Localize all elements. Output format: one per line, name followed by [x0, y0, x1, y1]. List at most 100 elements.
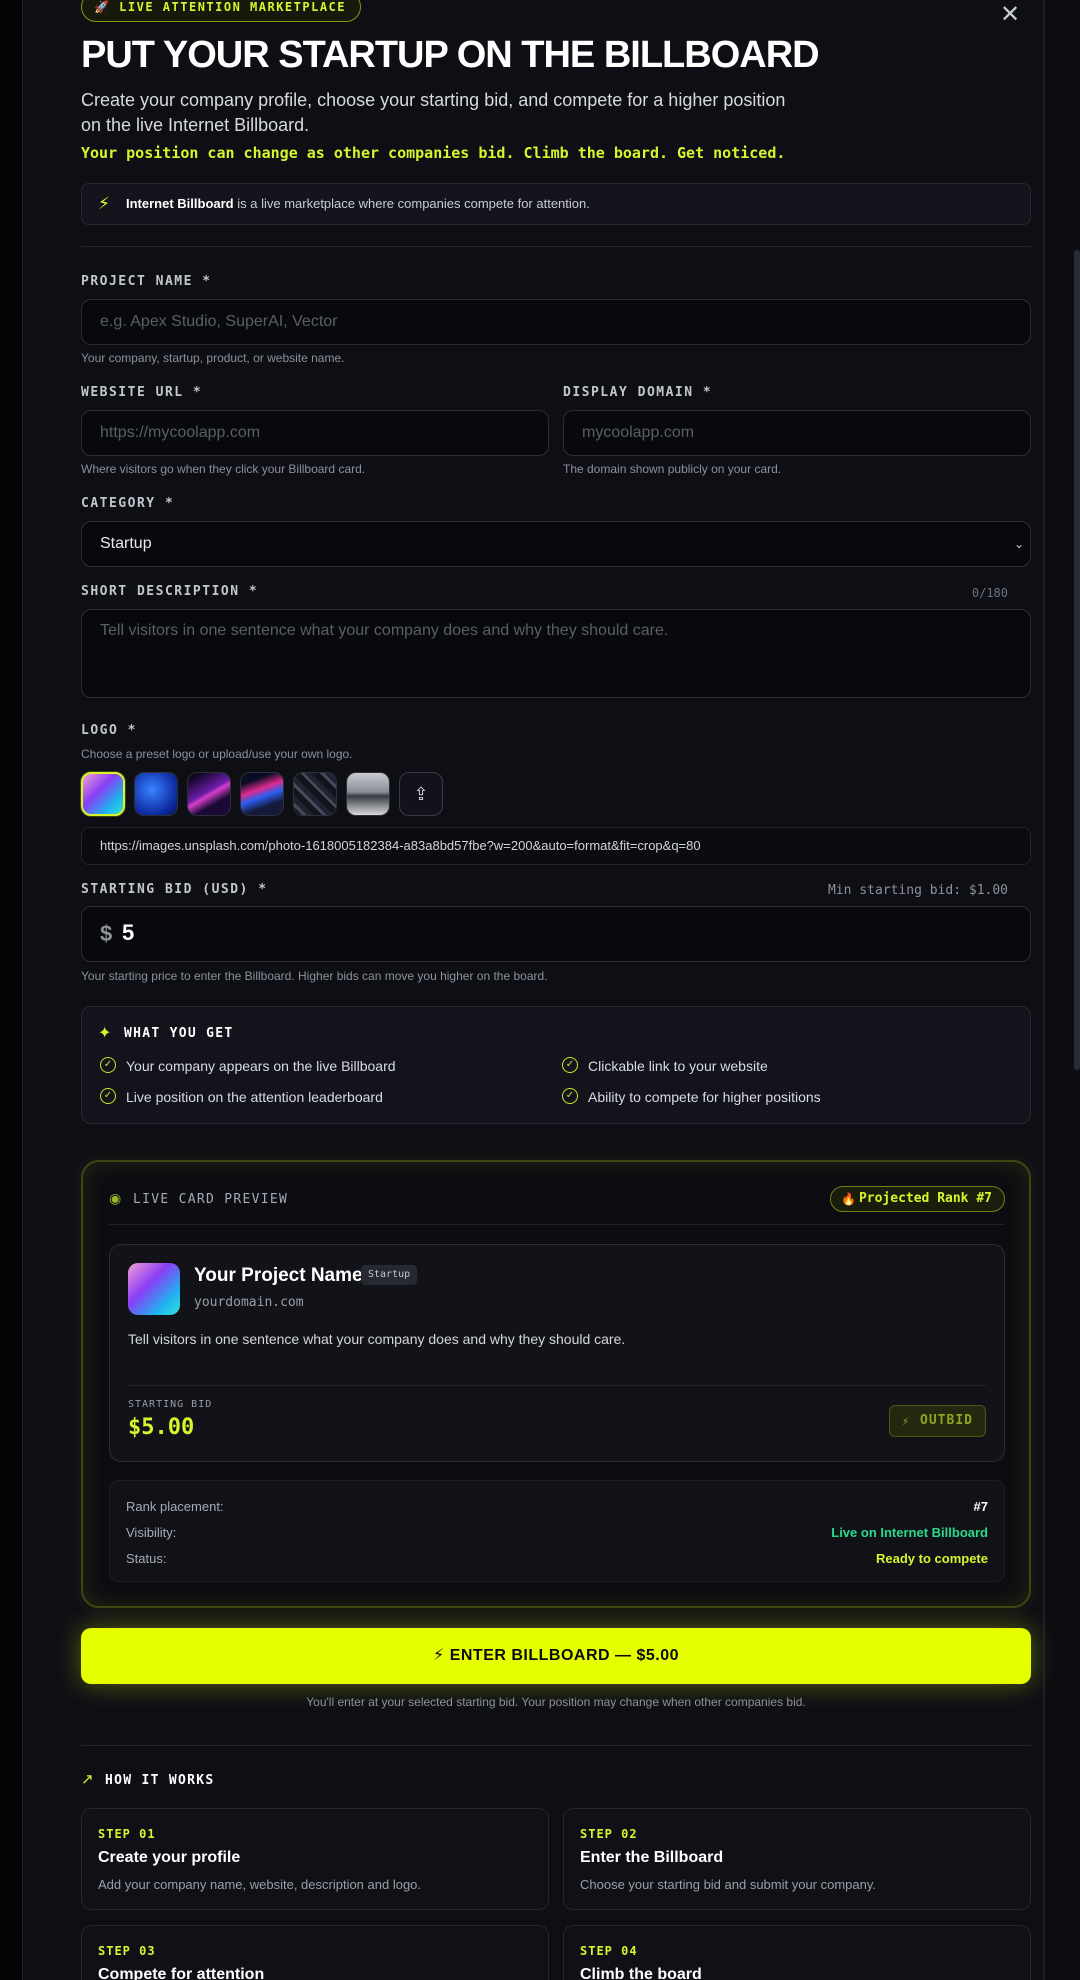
bolt-icon: ⚡	[902, 1414, 911, 1428]
benefit-text: Clickable link to your website	[588, 1058, 768, 1074]
stat-key: Visibility:	[126, 1525, 177, 1540]
rank-stats: Rank placement: #7 Visibility: Live on I…	[109, 1480, 1005, 1582]
tagline: Your position can change as other compan…	[81, 144, 786, 162]
preset-logo-3[interactable]	[187, 772, 231, 816]
scrollbar-thumb[interactable]	[1074, 250, 1080, 1070]
step-title: Create your profile	[98, 1849, 241, 1866]
check-circle-icon: ✓	[562, 1057, 578, 1073]
logo-url-field[interactable]: https://images.unsplash.com/photo-161800…	[81, 827, 1031, 865]
step-number: STEP 01	[98, 1827, 156, 1841]
card-bid-label: STARTING BID	[128, 1399, 213, 1410]
step-description: Choose your starting bid and submit your…	[580, 1877, 877, 1892]
bolt-icon: ⚡	[433, 1647, 450, 1664]
project-name-label: PROJECT NAME *	[81, 274, 212, 289]
step-title: Compete for attention	[98, 1966, 265, 1980]
project-name-help: Your company, startup, product, or websi…	[81, 351, 345, 365]
what-you-get-box: ✦ WHAT YOU GET ✓ Your company appears on …	[81, 1006, 1031, 1124]
starting-bid-input[interactable]: $ 5	[81, 906, 1031, 962]
category-select[interactable]: Startup ⌄	[81, 521, 1031, 567]
divider	[81, 1745, 1031, 1746]
check-circle-icon: ✓	[100, 1057, 116, 1073]
billboard-card[interactable]: Your Project Name Startup yourdomain.com…	[109, 1244, 1005, 1462]
check-circle-icon: ✓	[100, 1088, 116, 1104]
benefit-item: ✓ Your company appears on the live Billbo…	[100, 1057, 396, 1074]
step-card: STEP 04 Climb the board	[563, 1925, 1031, 1980]
step-title: Enter the Billboard	[580, 1849, 724, 1866]
starting-bid-help: Your starting price to enter the Billboa…	[81, 969, 548, 983]
logo-help: Choose a preset logo or upload/use your …	[81, 747, 353, 761]
step-card: STEP 01 Create your profile Add your com…	[81, 1808, 549, 1910]
benefit-item: ✓ Clickable link to your website	[562, 1057, 768, 1074]
backdrop-left	[0, 0, 22, 1980]
info-brand: Internet Billboard	[126, 196, 234, 211]
project-name-input[interactable]	[81, 299, 1031, 345]
outbid-label: OUTBID	[920, 1413, 973, 1428]
live-card-preview: ◉ LIVE CARD PREVIEW 🔥 Projected Rank #7 Y…	[81, 1160, 1031, 1608]
stat-value-rank: #7	[973, 1499, 988, 1514]
projected-rank-badge: 🔥 Projected Rank #7	[829, 1186, 1005, 1212]
short-description-label: SHORT DESCRIPTION *	[81, 584, 259, 599]
card-project-name: Your Project Name	[194, 1265, 363, 1286]
backdrop-right	[1044, 0, 1080, 1980]
cta-label: ENTER BILLBOARD — $5.00	[449, 1647, 679, 1664]
card-logo	[128, 1263, 180, 1315]
how-it-works-title: HOW IT WORKS	[105, 1773, 215, 1788]
rank-badge-text: Projected Rank #7	[858, 1191, 992, 1206]
preset-logo-1[interactable]	[81, 772, 125, 816]
what-you-get-title: WHAT YOU GET	[124, 1026, 234, 1041]
outbid-button[interactable]: ⚡ OUTBID	[889, 1405, 986, 1437]
display-domain-help: The domain shown publicly on your card.	[563, 462, 782, 476]
short-description-input[interactable]	[81, 609, 1031, 698]
bolt-icon: ⚡	[98, 194, 110, 213]
card-domain: yourdomain.com	[194, 1295, 304, 1310]
stat-value-status: Ready to compete	[876, 1551, 988, 1566]
display-domain-input[interactable]	[563, 410, 1031, 456]
preview-label: LIVE CARD PREVIEW	[133, 1192, 289, 1207]
info-banner: ⚡ Internet Billboard is a live marketpla…	[81, 183, 1031, 225]
preset-logo-6[interactable]	[346, 772, 390, 816]
info-text: is a live marketplace where companies co…	[233, 196, 590, 211]
category-label: CATEGORY *	[81, 496, 175, 511]
live-marketplace-badge: 🚀 LIVE ATTENTION MARKETPLACE	[81, 0, 362, 22]
website-url-label: WEBSITE URL *	[81, 385, 203, 400]
stat-value-visibility: Live on Internet Billboard	[831, 1525, 988, 1540]
cta-note: You'll enter at your selected starting b…	[306, 1695, 806, 1709]
step-number: STEP 03	[98, 1944, 156, 1958]
divider	[128, 1385, 986, 1386]
benefit-text: Ability to compete for higher positions	[588, 1089, 821, 1105]
flame-icon: 🔥	[840, 1192, 856, 1206]
page-subtitle: Create your company profile, choose your…	[81, 90, 786, 135]
step-card: STEP 03 Compete for attention	[81, 1925, 549, 1980]
page-title: PUT YOUR STARTUP ON THE BILLBOARD	[81, 34, 820, 76]
stat-key: Status:	[126, 1551, 167, 1566]
card-bid-value: $5.00	[128, 1415, 195, 1440]
check-circle-icon: ✓	[562, 1088, 578, 1104]
preset-logo-5[interactable]	[293, 772, 337, 816]
divider	[109, 1224, 1005, 1225]
enter-billboard-button[interactable]: ⚡ ENTER BILLBOARD — $5.00	[81, 1628, 1031, 1684]
stat-key: Rank placement:	[126, 1499, 224, 1514]
preset-logo-2[interactable]	[134, 772, 178, 816]
divider	[81, 246, 1031, 247]
benefit-text: Live position on the attention leaderboa…	[126, 1089, 383, 1105]
website-url-input[interactable]	[81, 410, 549, 456]
step-number: STEP 02	[580, 1827, 638, 1841]
bid-value: 5	[122, 920, 135, 945]
sparkles-icon: ✦	[98, 1025, 112, 1042]
benefit-item: ✓ Ability to compete for higher positions	[562, 1088, 821, 1105]
trending-up-icon: ↗	[81, 1771, 94, 1788]
logo-label: LOGO *	[81, 723, 137, 738]
category-value: Startup	[100, 535, 152, 552]
currency-symbol: $	[100, 921, 113, 946]
starting-bid-label: STARTING BID (USD) *	[81, 882, 268, 897]
description-counter: 0/180	[971, 586, 1008, 600]
display-domain-label: DISPLAY DOMAIN *	[563, 385, 713, 400]
step-description: Add your company name, website, descript…	[98, 1877, 422, 1892]
upload-icon[interactable]: ⇪	[399, 772, 443, 816]
chevron-down-icon: ⌄	[1013, 537, 1024, 551]
min-bid-text: Min starting bid: $1.00	[827, 883, 1008, 898]
step-card: STEP 02 Enter the Billboard Choose your …	[563, 1808, 1031, 1910]
step-title: Climb the board	[580, 1966, 702, 1980]
preset-logo-4[interactable]	[240, 772, 284, 816]
close-icon[interactable]: ✕	[998, 2, 1022, 28]
